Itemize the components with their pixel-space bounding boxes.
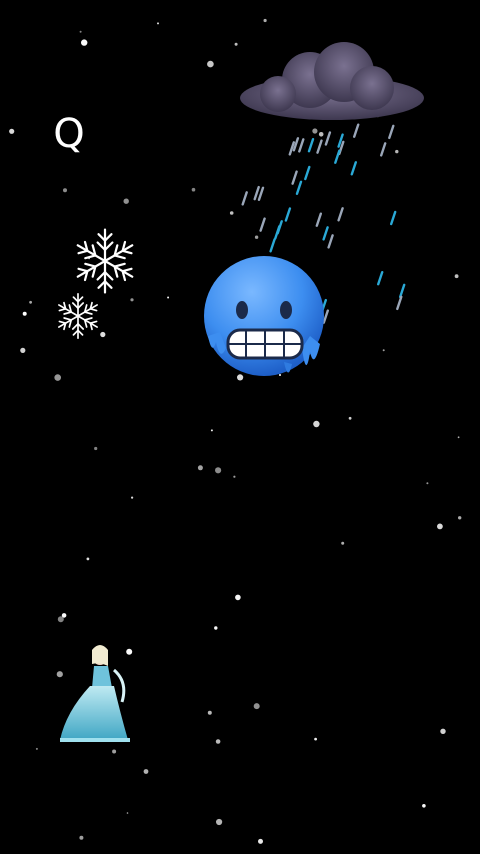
raindrop <box>388 124 395 140</box>
snow-particle <box>167 296 170 299</box>
snow-particle <box>94 446 98 451</box>
snow-particle <box>197 465 203 471</box>
snow-particle <box>130 298 134 302</box>
raindrop <box>337 207 344 222</box>
raindrop <box>292 137 300 152</box>
raindrop <box>291 170 298 185</box>
snow-particle <box>86 557 90 561</box>
snow-particle <box>81 39 88 46</box>
snow-particle <box>9 128 15 134</box>
elsa-figure <box>60 645 130 742</box>
snow-particle <box>235 594 241 601</box>
frozen-night-scene: Q <box>0 0 480 854</box>
snow-particle <box>313 420 320 428</box>
snow-particle <box>458 516 462 520</box>
raindrop <box>334 149 341 164</box>
snow-particle <box>422 804 426 808</box>
snow-particle <box>131 496 134 499</box>
raindrop <box>352 123 360 138</box>
snow-particle <box>126 812 129 814</box>
raindrop <box>324 131 332 146</box>
raindrop <box>350 161 358 176</box>
snow-particle <box>426 482 429 485</box>
snowflake-icon <box>55 293 101 339</box>
snow-particle <box>143 769 149 774</box>
cold-face-icon <box>204 256 324 376</box>
snow-particle <box>157 22 159 25</box>
snow-particle <box>215 739 221 744</box>
snow-particle <box>207 60 214 68</box>
snow-particle <box>348 416 352 420</box>
snow-particle <box>216 818 223 826</box>
snow-particle <box>54 374 61 381</box>
snow-particle <box>191 187 196 192</box>
search-icon[interactable]: Q <box>48 110 90 158</box>
snow-particle <box>207 710 212 715</box>
snow-particle <box>79 30 82 33</box>
snow-particle <box>457 436 460 439</box>
raindrop <box>307 138 315 153</box>
snow-particle <box>210 429 213 432</box>
snow-particle <box>22 311 27 316</box>
raindrop <box>269 238 276 253</box>
raindrop <box>376 270 384 286</box>
raindrop <box>259 217 266 232</box>
raindrop <box>295 180 303 196</box>
snow-particle <box>29 300 32 304</box>
snow-particle <box>215 467 222 474</box>
raindrop <box>298 138 305 153</box>
snow-particle <box>79 835 84 840</box>
raindrop <box>288 141 296 156</box>
raindrop <box>322 226 329 241</box>
snow-particle <box>341 541 345 545</box>
raindrop <box>389 210 397 226</box>
snow-particle <box>63 188 67 193</box>
snow-particle <box>314 737 317 741</box>
raindrop <box>253 185 260 201</box>
raindrop <box>257 186 265 202</box>
raindrop <box>316 139 323 154</box>
raindrop <box>398 283 406 299</box>
snow-particle <box>20 347 26 353</box>
snow-particle <box>233 475 236 478</box>
snow-particle <box>123 198 129 204</box>
snow-particle <box>263 18 267 23</box>
snow-particle <box>214 626 218 630</box>
snow-particle <box>61 613 67 618</box>
raindrop <box>284 207 292 222</box>
raindrop <box>396 295 403 311</box>
snow-particle <box>382 349 385 352</box>
snow-particle <box>258 838 263 844</box>
raindrop <box>304 165 311 181</box>
raindrop <box>379 142 387 157</box>
snow-particle <box>437 523 443 530</box>
raindrop <box>241 191 248 206</box>
raindrop <box>327 234 334 249</box>
snow-particle <box>454 274 459 279</box>
snowflake-icon <box>72 228 138 294</box>
snow-particle <box>440 728 446 734</box>
raindrop <box>315 212 323 227</box>
snow-particle <box>253 703 260 710</box>
snow-particle <box>35 747 38 750</box>
